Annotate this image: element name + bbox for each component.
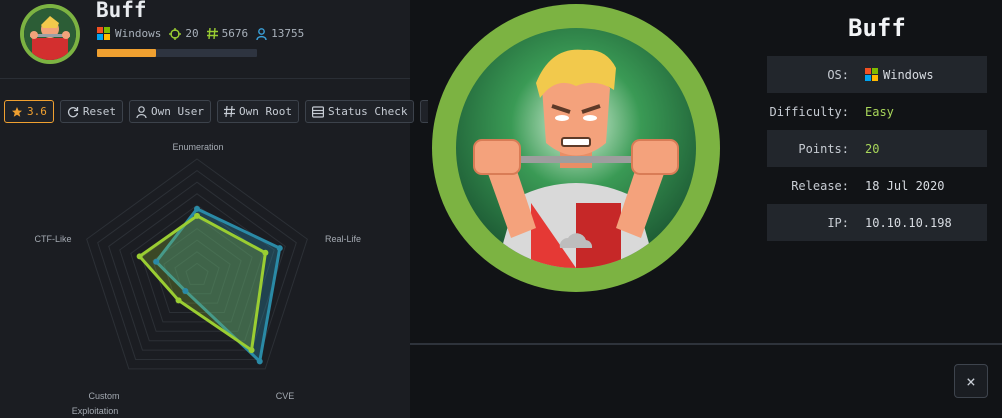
radar-point [153,258,160,265]
server-icon [311,105,324,118]
machine-meta: Windows 20 5676 13755 [97,27,312,40]
release-value: 18 Jul 2020 [865,178,945,193]
info-row-release: Release: 18 Jul 2020 [767,167,987,204]
os-indicator: Windows [97,27,161,40]
rating-value: 3.6 [27,105,47,118]
machine-info-table: OS: Windows Difficulty: Easy Points: 20 … [767,56,987,241]
info-row-difficulty: Difficulty: Easy [767,93,987,130]
user-owns-value: 5676 [221,27,249,40]
machine-avatar [20,4,80,64]
info-row-ip: IP: 10.10.10.198 [767,204,987,241]
radar-point [194,212,200,219]
hash-icon [206,28,218,39]
windows-icon [865,68,878,81]
difficulty-radar-chart: Enumeration Real-Life CVE Custom Exploit… [34,142,361,416]
radar-point [194,205,200,212]
points-indicator: 20 [169,27,199,40]
radar-point [182,287,189,294]
status-check-button[interactable]: Status Check [304,100,415,123]
radar-point [248,347,255,354]
radar-point [256,358,263,365]
star-icon [12,106,22,117]
progress-fill [97,49,157,57]
axis-label-ctf-like: CTF-Like [34,234,71,244]
user-icon [256,27,267,40]
points-value: 20 [185,27,199,40]
rating-button[interactable]: 3.6 [4,100,54,123]
axis-label-real-life: Real-Life [325,234,361,244]
windows-icon [97,27,110,40]
info-row-points: Points: 20 [767,130,987,167]
ownership-progress-bar [97,49,257,57]
machine-avatar-large [432,4,720,292]
info-key: IP: [827,215,849,230]
footer-divider [410,343,1002,345]
info-value: Windows [865,68,934,82]
status-check-label: Status Check [327,105,408,118]
root-owns-indicator: 13755 [256,27,304,40]
radar-point [262,249,269,256]
axis-label-cve: CVE [276,391,295,401]
own-user-label: Own User [151,105,204,118]
radar-point [136,253,143,260]
info-key: OS: [827,67,849,82]
close-icon: × [966,371,976,391]
difficulty-value: Easy [865,104,894,119]
more-button-partial[interactable] [420,100,429,123]
axis-label-enumeration: Enumeration [172,142,223,152]
reset-button[interactable]: Reset [59,100,123,123]
hash-icon [223,106,235,117]
own-user-button[interactable]: Own User [129,100,211,123]
own-root-button[interactable]: Own Root [216,100,299,123]
own-root-label: Own Root [238,105,292,118]
info-key: Release: [791,178,849,193]
refresh-icon [67,106,79,117]
ip-value: 10.10.10.198 [865,215,952,230]
points-value: 20 [865,141,880,156]
machine-toolbar: 3.6 Reset Own User Own Root Status Check [4,100,429,123]
user-icon [136,105,147,118]
axis-label-exploitation: Exploitation [72,406,119,416]
info-key: Points: [798,141,849,156]
user-owns-indicator: 5676 [206,27,249,40]
radar-point [175,297,182,304]
detail-title: Buff [848,14,906,42]
info-key: Difficulty: [769,104,849,119]
radar-point [276,245,283,252]
axis-label-custom: Custom [88,391,119,401]
os-label: Windows [115,27,162,40]
root-owns-value: 13755 [271,27,305,40]
info-row-os: OS: Windows [767,56,987,93]
machine-name: Buff [96,0,147,22]
close-button[interactable]: × [954,364,988,398]
reset-label: Reset [82,105,116,118]
header-divider [0,78,410,79]
os-value: Windows [883,67,934,82]
crosshair-icon [169,27,182,40]
